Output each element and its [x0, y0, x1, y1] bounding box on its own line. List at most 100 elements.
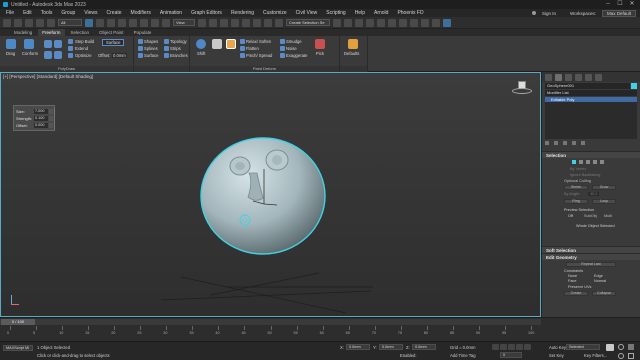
- maximize-button[interactable]: ☐: [614, 0, 626, 9]
- close-button[interactable]: ✕: [626, 0, 638, 9]
- pin-stack-icon[interactable]: [545, 141, 549, 145]
- undo-icon[interactable]: [3, 18, 11, 27]
- preview-off-radio[interactable]: Off: [568, 214, 573, 218]
- layer-explorer-icon[interactable]: [355, 18, 363, 27]
- menu-file[interactable]: File: [6, 10, 14, 16]
- menu-graph-editors[interactable]: Graph Editors: [191, 10, 222, 16]
- render-production-icon[interactable]: [432, 18, 440, 27]
- menu-customize[interactable]: Customize: [263, 10, 287, 16]
- material-editor-icon[interactable]: [399, 18, 407, 27]
- menu-arnold[interactable]: Arnold: [374, 10, 388, 16]
- shift-icon[interactable]: [196, 39, 206, 49]
- reference-coordinate-dropdown[interactable]: View: [173, 19, 195, 26]
- unlink-icon[interactable]: [36, 18, 44, 27]
- noise-icon[interactable]: [280, 46, 285, 51]
- previous-frame-icon[interactable]: [500, 344, 507, 350]
- menu-modifiers[interactable]: Modifiers: [131, 10, 151, 16]
- configure-modifier-sets-icon[interactable]: [581, 141, 585, 145]
- z-coordinate-field[interactable]: 0.0mm: [412, 344, 436, 350]
- select-by-name-icon[interactable]: [96, 18, 104, 27]
- spinner-snap-icon[interactable]: [264, 18, 272, 27]
- select-and-scale-icon[interactable]: [151, 18, 159, 27]
- topology-icon[interactable]: [164, 39, 169, 44]
- key-filters-button[interactable]: Key Filters...: [584, 353, 607, 358]
- auto-key-button[interactable]: Auto Key: [549, 345, 566, 350]
- ignore-backfacing-checkbox[interactable]: Ignore Backfacing: [570, 173, 600, 177]
- maxscript-listener-field[interactable]: MAXScript Mi: [3, 345, 33, 351]
- window-crossing-icon[interactable]: [118, 18, 126, 27]
- extend-mode-icon[interactable]: [54, 40, 62, 48]
- menu-civil-view[interactable]: Civil View: [296, 10, 318, 16]
- soft-selection-rollout-header[interactable]: Soft Selection: [542, 246, 640, 253]
- create-tab-icon[interactable]: [545, 73, 552, 81]
- relax-soften-icon[interactable]: [240, 39, 245, 44]
- shapes-label[interactable]: Shapes: [144, 39, 158, 44]
- play-icon[interactable]: [508, 344, 515, 350]
- menu-group[interactable]: Group: [61, 10, 75, 16]
- shapes-icon[interactable]: [138, 39, 143, 44]
- polygon-mode-icon[interactable]: [593, 160, 597, 164]
- tab-populate[interactable]: Populate: [130, 29, 156, 36]
- pick-icon[interactable]: [315, 39, 325, 49]
- collapse-button[interactable]: Collapse: [592, 291, 616, 296]
- time-slider-knob[interactable]: 0 / 100: [1, 319, 35, 325]
- rectangular-selection-icon[interactable]: [107, 18, 115, 27]
- preview-subobj-radio[interactable]: SubObj: [584, 214, 597, 218]
- smudge-icon[interactable]: [280, 39, 285, 44]
- surface-icon[interactable]: [138, 53, 143, 58]
- menu-rendering[interactable]: Rendering: [231, 10, 254, 16]
- align-icon[interactable]: [344, 18, 352, 27]
- track-bar[interactable]: 0 5 10 15 20 25 30 35 40 45 50 55 60 65 70 75 80 85 90 95 10…: [0, 326, 541, 340]
- utilities-tab-icon[interactable]: [595, 73, 602, 81]
- border-mode-icon[interactable]: [586, 160, 590, 164]
- selection-rollout-header[interactable]: Selection: [542, 151, 640, 158]
- maximize-viewport-icon[interactable]: [628, 353, 634, 359]
- repeat-last-button[interactable]: Repeat Last: [566, 262, 616, 267]
- draw-on-dropdown[interactable]: Surface: [102, 39, 125, 46]
- menu-scripting[interactable]: Scripting: [326, 10, 345, 16]
- pivot-center-icon[interactable]: [198, 18, 206, 27]
- splines-label[interactable]: Splines: [144, 46, 158, 51]
- minimize-button[interactable]: –: [602, 0, 614, 9]
- scene-explorer-icon[interactable]: [366, 18, 374, 27]
- display-tab-icon[interactable]: [585, 73, 592, 81]
- snaps-toggle-icon[interactable]: [231, 18, 239, 27]
- conform-icon[interactable]: [24, 39, 34, 49]
- show-end-result-icon[interactable]: [554, 141, 558, 145]
- shrink-button[interactable]: Shrink: [564, 185, 588, 190]
- pan-icon[interactable]: [628, 344, 634, 350]
- go-to-end-icon[interactable]: [524, 344, 531, 350]
- next-frame-icon[interactable]: [516, 344, 523, 350]
- menu-phoenix-fd[interactable]: Phoenix FD: [397, 10, 423, 16]
- workspace-dropdown[interactable]: Max Default: [601, 9, 636, 17]
- by-angle-field[interactable]: 45.0: [588, 192, 600, 196]
- edit-geometry-rollout-header[interactable]: Edit Geometry: [542, 253, 640, 260]
- strips-label[interactable]: Strips: [170, 46, 181, 51]
- selection-filter-dropdown[interactable]: All: [58, 19, 82, 26]
- object-color-swatch[interactable]: [631, 83, 637, 89]
- keyboard-shortcut-toggle-icon[interactable]: [220, 18, 228, 27]
- percent-snap-icon[interactable]: [253, 18, 261, 27]
- set-key-icon[interactable]: [606, 344, 614, 351]
- select-and-place-icon[interactable]: [162, 18, 170, 27]
- constraint-none-radio[interactable]: None: [568, 274, 577, 278]
- preserve-uvs-checkbox[interactable]: Preserve UVs: [568, 285, 591, 289]
- surface-label[interactable]: Surface: [144, 53, 158, 58]
- tab-modeling[interactable]: Modeling: [10, 29, 36, 36]
- optimize-icon[interactable]: [68, 53, 73, 58]
- modify-tab-icon[interactable]: [555, 73, 562, 81]
- sign-in-link[interactable]: Sign In: [542, 11, 556, 16]
- constraint-edge-radio[interactable]: Edge: [594, 274, 603, 278]
- rendered-frame-window-icon[interactable]: [421, 18, 429, 27]
- curve-editor-icon[interactable]: [377, 18, 385, 27]
- defaults-icon[interactable]: [348, 39, 358, 49]
- by-vertex-checkbox[interactable]: By Vertex: [570, 167, 586, 171]
- extend-label[interactable]: Extend: [75, 46, 88, 51]
- branches-label[interactable]: Branches: [170, 53, 188, 58]
- schematic-view-icon[interactable]: [388, 18, 396, 27]
- relax-soften-label[interactable]: Relax/ Soften: [246, 39, 271, 44]
- splines-icon[interactable]: [138, 46, 143, 51]
- object-name-field[interactable]: GeoSphere001: [545, 83, 630, 89]
- noise-label[interactable]: Noise: [286, 46, 297, 51]
- edge-mode-icon[interactable]: [579, 160, 583, 164]
